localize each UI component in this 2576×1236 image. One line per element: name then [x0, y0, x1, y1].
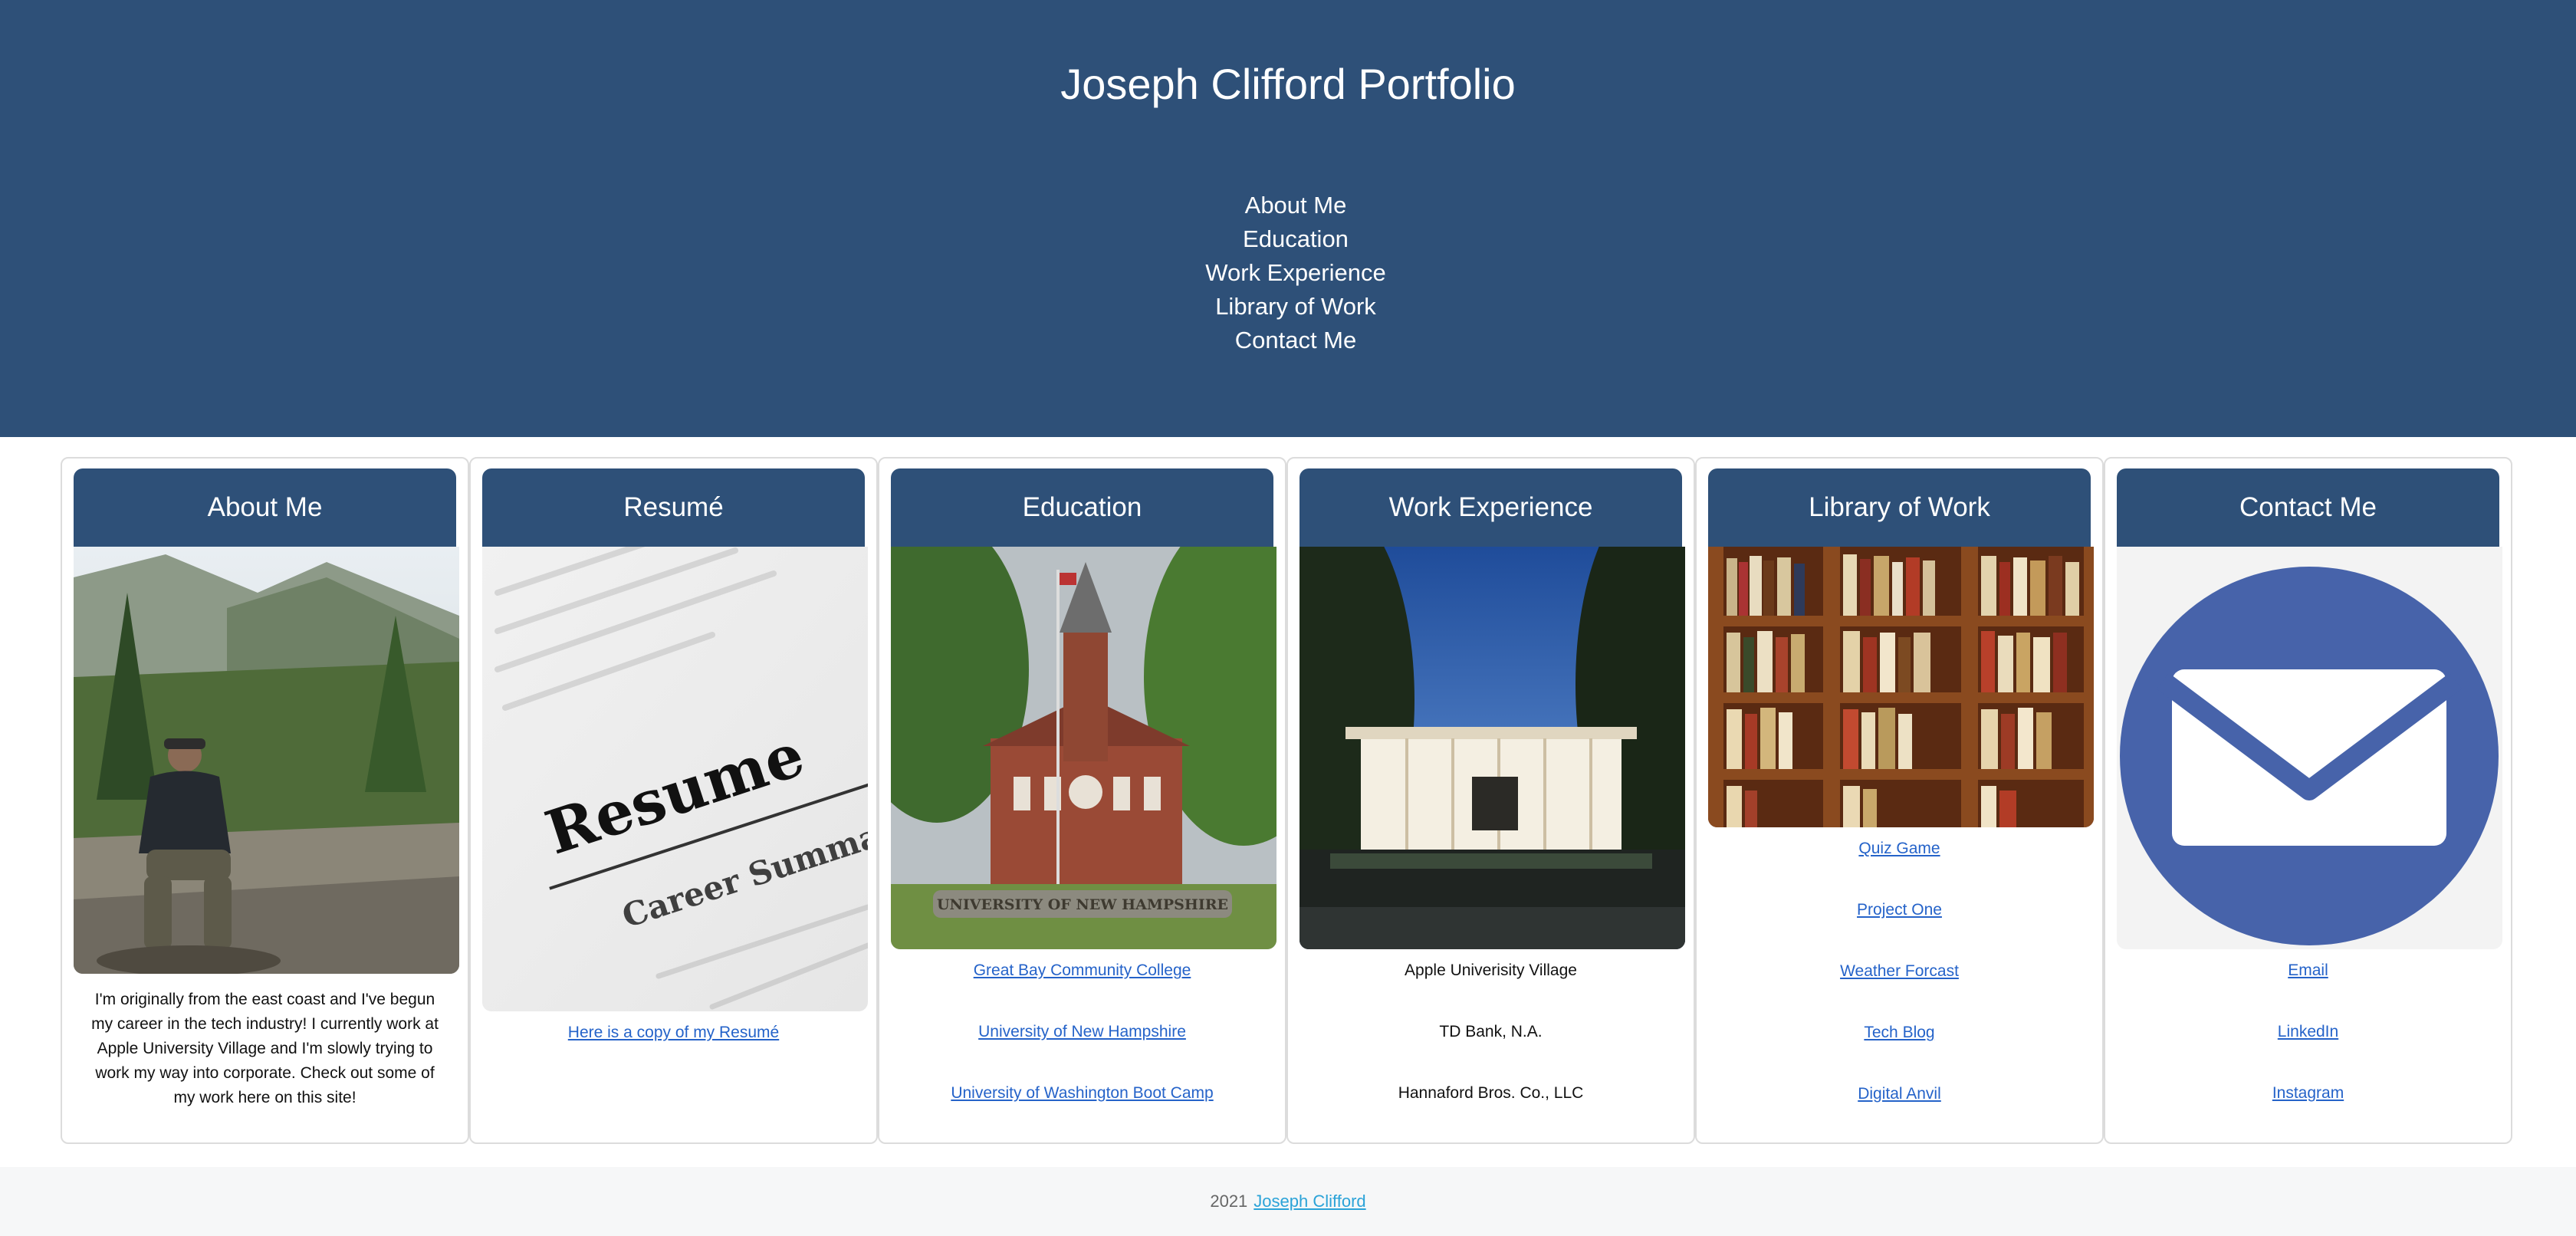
- card-library-of-work: Library of Work Quiz Game Project One We…: [1695, 457, 2104, 1144]
- resume-link[interactable]: Here is a copy of my Resumé: [482, 1022, 865, 1044]
- library-photo: [1708, 547, 2094, 827]
- card-contact-me: Contact Me Email LinkedIn Instagram: [2104, 457, 2512, 1144]
- library-link-project-one[interactable]: Project One: [1708, 899, 2091, 921]
- card-header-library-of-work: Library of Work: [1708, 468, 2091, 547]
- card-header-resume: Resumé: [482, 468, 865, 547]
- site-footer: 2021 Joseph Clifford: [0, 1167, 2576, 1236]
- card-header-contact-me: Contact Me: [2117, 468, 2499, 547]
- about-me-text: I'm originally from the east coast and I…: [91, 991, 439, 1106]
- work-photo: [1300, 547, 1685, 949]
- card-education: Education UNIVERSITY OF NEW HAMPSHIRE Gr…: [878, 457, 1286, 1144]
- nav-education[interactable]: Education: [15, 222, 2576, 256]
- unh-sign-text: UNIVERSITY OF NEW HAMPSHIRE: [937, 896, 1228, 913]
- contact-link-email[interactable]: Email: [2117, 960, 2499, 981]
- resume-image: Resume Career Summary:: [482, 547, 868, 1011]
- library-link-quiz-game[interactable]: Quiz Game: [1708, 838, 2091, 860]
- education-link-uw-boot-camp[interactable]: University of Washington Boot Camp: [891, 1083, 1273, 1104]
- contact-links: Email LinkedIn Instagram: [2117, 960, 2499, 1104]
- work-list: Apple Univerisity Village TD Bank, N.A. …: [1300, 960, 1682, 1104]
- page-title: Joseph Clifford Portfolio: [1060, 60, 1516, 108]
- nav-contact-me[interactable]: Contact Me: [15, 324, 2576, 357]
- library-links: Quiz Game Project One Weather Forcast Te…: [1708, 838, 2091, 1105]
- education-photo: UNIVERSITY OF NEW HAMPSHIRE: [891, 547, 1276, 949]
- education-link-great-bay[interactable]: Great Bay Community College: [891, 960, 1273, 981]
- profile-photo: [74, 547, 459, 974]
- library-link-weather-forcast[interactable]: Weather Forcast: [1708, 961, 2091, 982]
- footer-author-link[interactable]: Joseph Clifford: [1254, 1192, 1365, 1211]
- resume-links: Here is a copy of my Resumé: [482, 1022, 865, 1044]
- work-item-hannaford: Hannaford Bros. Co., LLC: [1398, 1084, 1584, 1102]
- card-header-about-me: About Me: [74, 468, 456, 547]
- cards-row: About Me I'm originally from the east co…: [61, 457, 2514, 1144]
- card-header-work-experience: Work Experience: [1300, 468, 1682, 547]
- contact-link-instagram[interactable]: Instagram: [2117, 1083, 2499, 1104]
- work-item-td-bank: TD Bank, N.A.: [1439, 1023, 1543, 1040]
- work-item-apple: Apple Univerisity Village: [1405, 962, 1577, 979]
- nav-about-me[interactable]: About Me: [15, 189, 2576, 222]
- footer-year: 2021: [1210, 1192, 1248, 1211]
- contact-link-linkedin[interactable]: LinkedIn: [2117, 1021, 2499, 1043]
- envelope-icon: [2117, 547, 2502, 949]
- library-link-digital-anvil[interactable]: Digital Anvil: [1708, 1083, 2091, 1105]
- site-header: Joseph Clifford Portfolio About Me Educa…: [0, 0, 2576, 437]
- library-link-tech-blog[interactable]: Tech Blog: [1708, 1022, 2091, 1044]
- card-work-experience: Work Experience Apple Univerisity Villag…: [1286, 457, 1695, 1144]
- main-nav: About Me Education Work Experience Libra…: [0, 189, 2576, 357]
- card-resume: Resumé Resume Career Summary: Here is a …: [469, 457, 878, 1144]
- card-header-education: Education: [891, 468, 1273, 547]
- education-link-unh[interactable]: University of New Hampshire: [891, 1021, 1273, 1043]
- card-about-me: About Me I'm originally from the east co…: [61, 457, 469, 1144]
- education-links: Great Bay Community College University o…: [891, 960, 1273, 1104]
- nav-work-experience[interactable]: Work Experience: [15, 256, 2576, 290]
- nav-library-of-work[interactable]: Library of Work: [15, 290, 2576, 324]
